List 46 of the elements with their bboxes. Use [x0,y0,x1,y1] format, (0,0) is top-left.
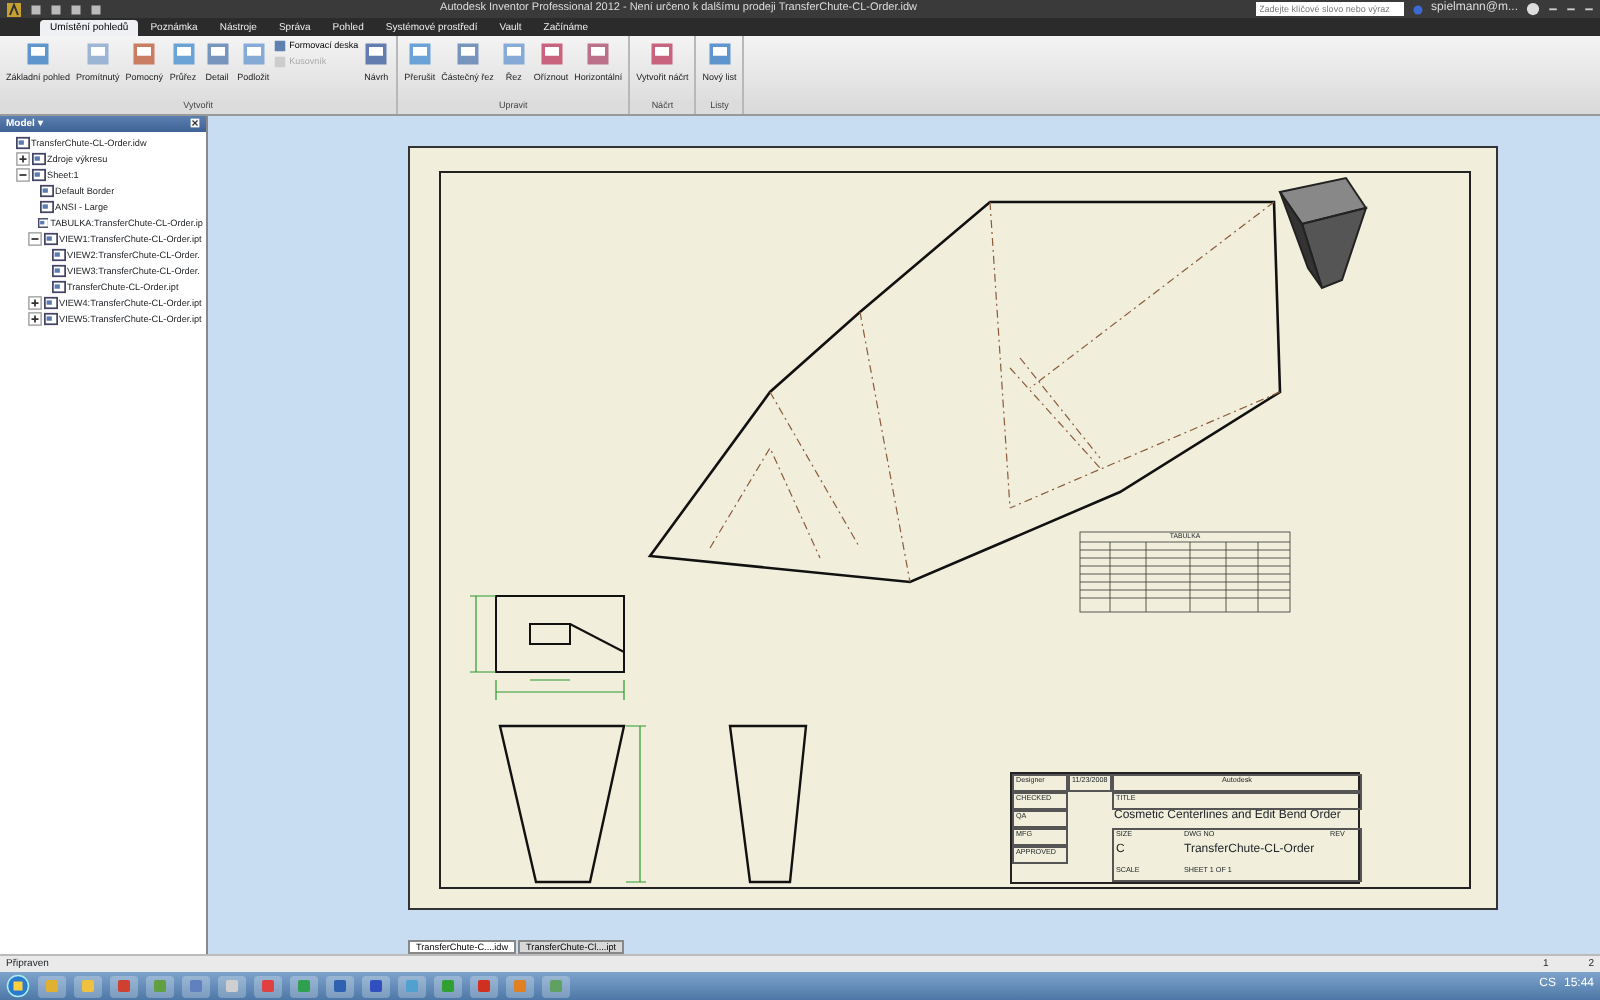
taskbar-app-icon[interactable] [110,975,138,997]
app-logo-icon[interactable] [6,1,22,17]
view-tool-icon [537,40,565,68]
view-tool-icon [499,40,528,68]
taskbar-app-icon[interactable] [254,975,282,997]
app-icon [404,978,420,994]
app-icon [332,978,348,994]
expand-icon[interactable] [27,312,41,326]
start-button-icon[interactable] [6,974,30,998]
view-tool-icon [130,40,159,68]
app-icon [512,978,528,994]
expand-icon[interactable] [15,152,29,166]
taskbar-app-icon[interactable] [470,975,498,997]
view-tool-icon [83,40,112,68]
view-tool-icon [362,40,391,68]
app-icon [476,978,492,994]
expand-icon[interactable] [27,296,41,310]
app-icon [224,978,240,994]
view-tool-icon [24,40,53,68]
side-view-drawing [495,595,625,673]
taskbar-app-icon[interactable] [182,975,210,997]
view-tool-icon [169,40,198,68]
taskbar-app-icon[interactable] [326,975,354,997]
app-icon [80,978,96,994]
app-icon [368,978,384,994]
app-icon [116,978,132,994]
view-tool-icon [705,40,734,68]
taskbar-app-icon[interactable] [218,975,246,997]
view-tool-icon [239,40,268,68]
view-tool-icon [453,40,482,68]
app-icon [548,978,564,994]
app-icon [152,978,168,994]
app-icon [188,978,204,994]
app-icon [440,978,456,994]
app-icon [260,978,276,994]
view-tool-icon [648,40,677,68]
view-tool-icon [584,40,613,68]
user-icon[interactable] [1411,3,1424,15]
taskbar-app-icon[interactable] [362,975,390,997]
view-tool-icon [203,40,232,68]
view-tool-icon [405,40,434,68]
collapse-icon[interactable] [27,232,41,246]
app-icon [44,978,60,994]
chute-3d-drawing [1278,176,1368,290]
collapse-icon[interactable] [15,168,29,182]
app-icon [296,978,312,994]
